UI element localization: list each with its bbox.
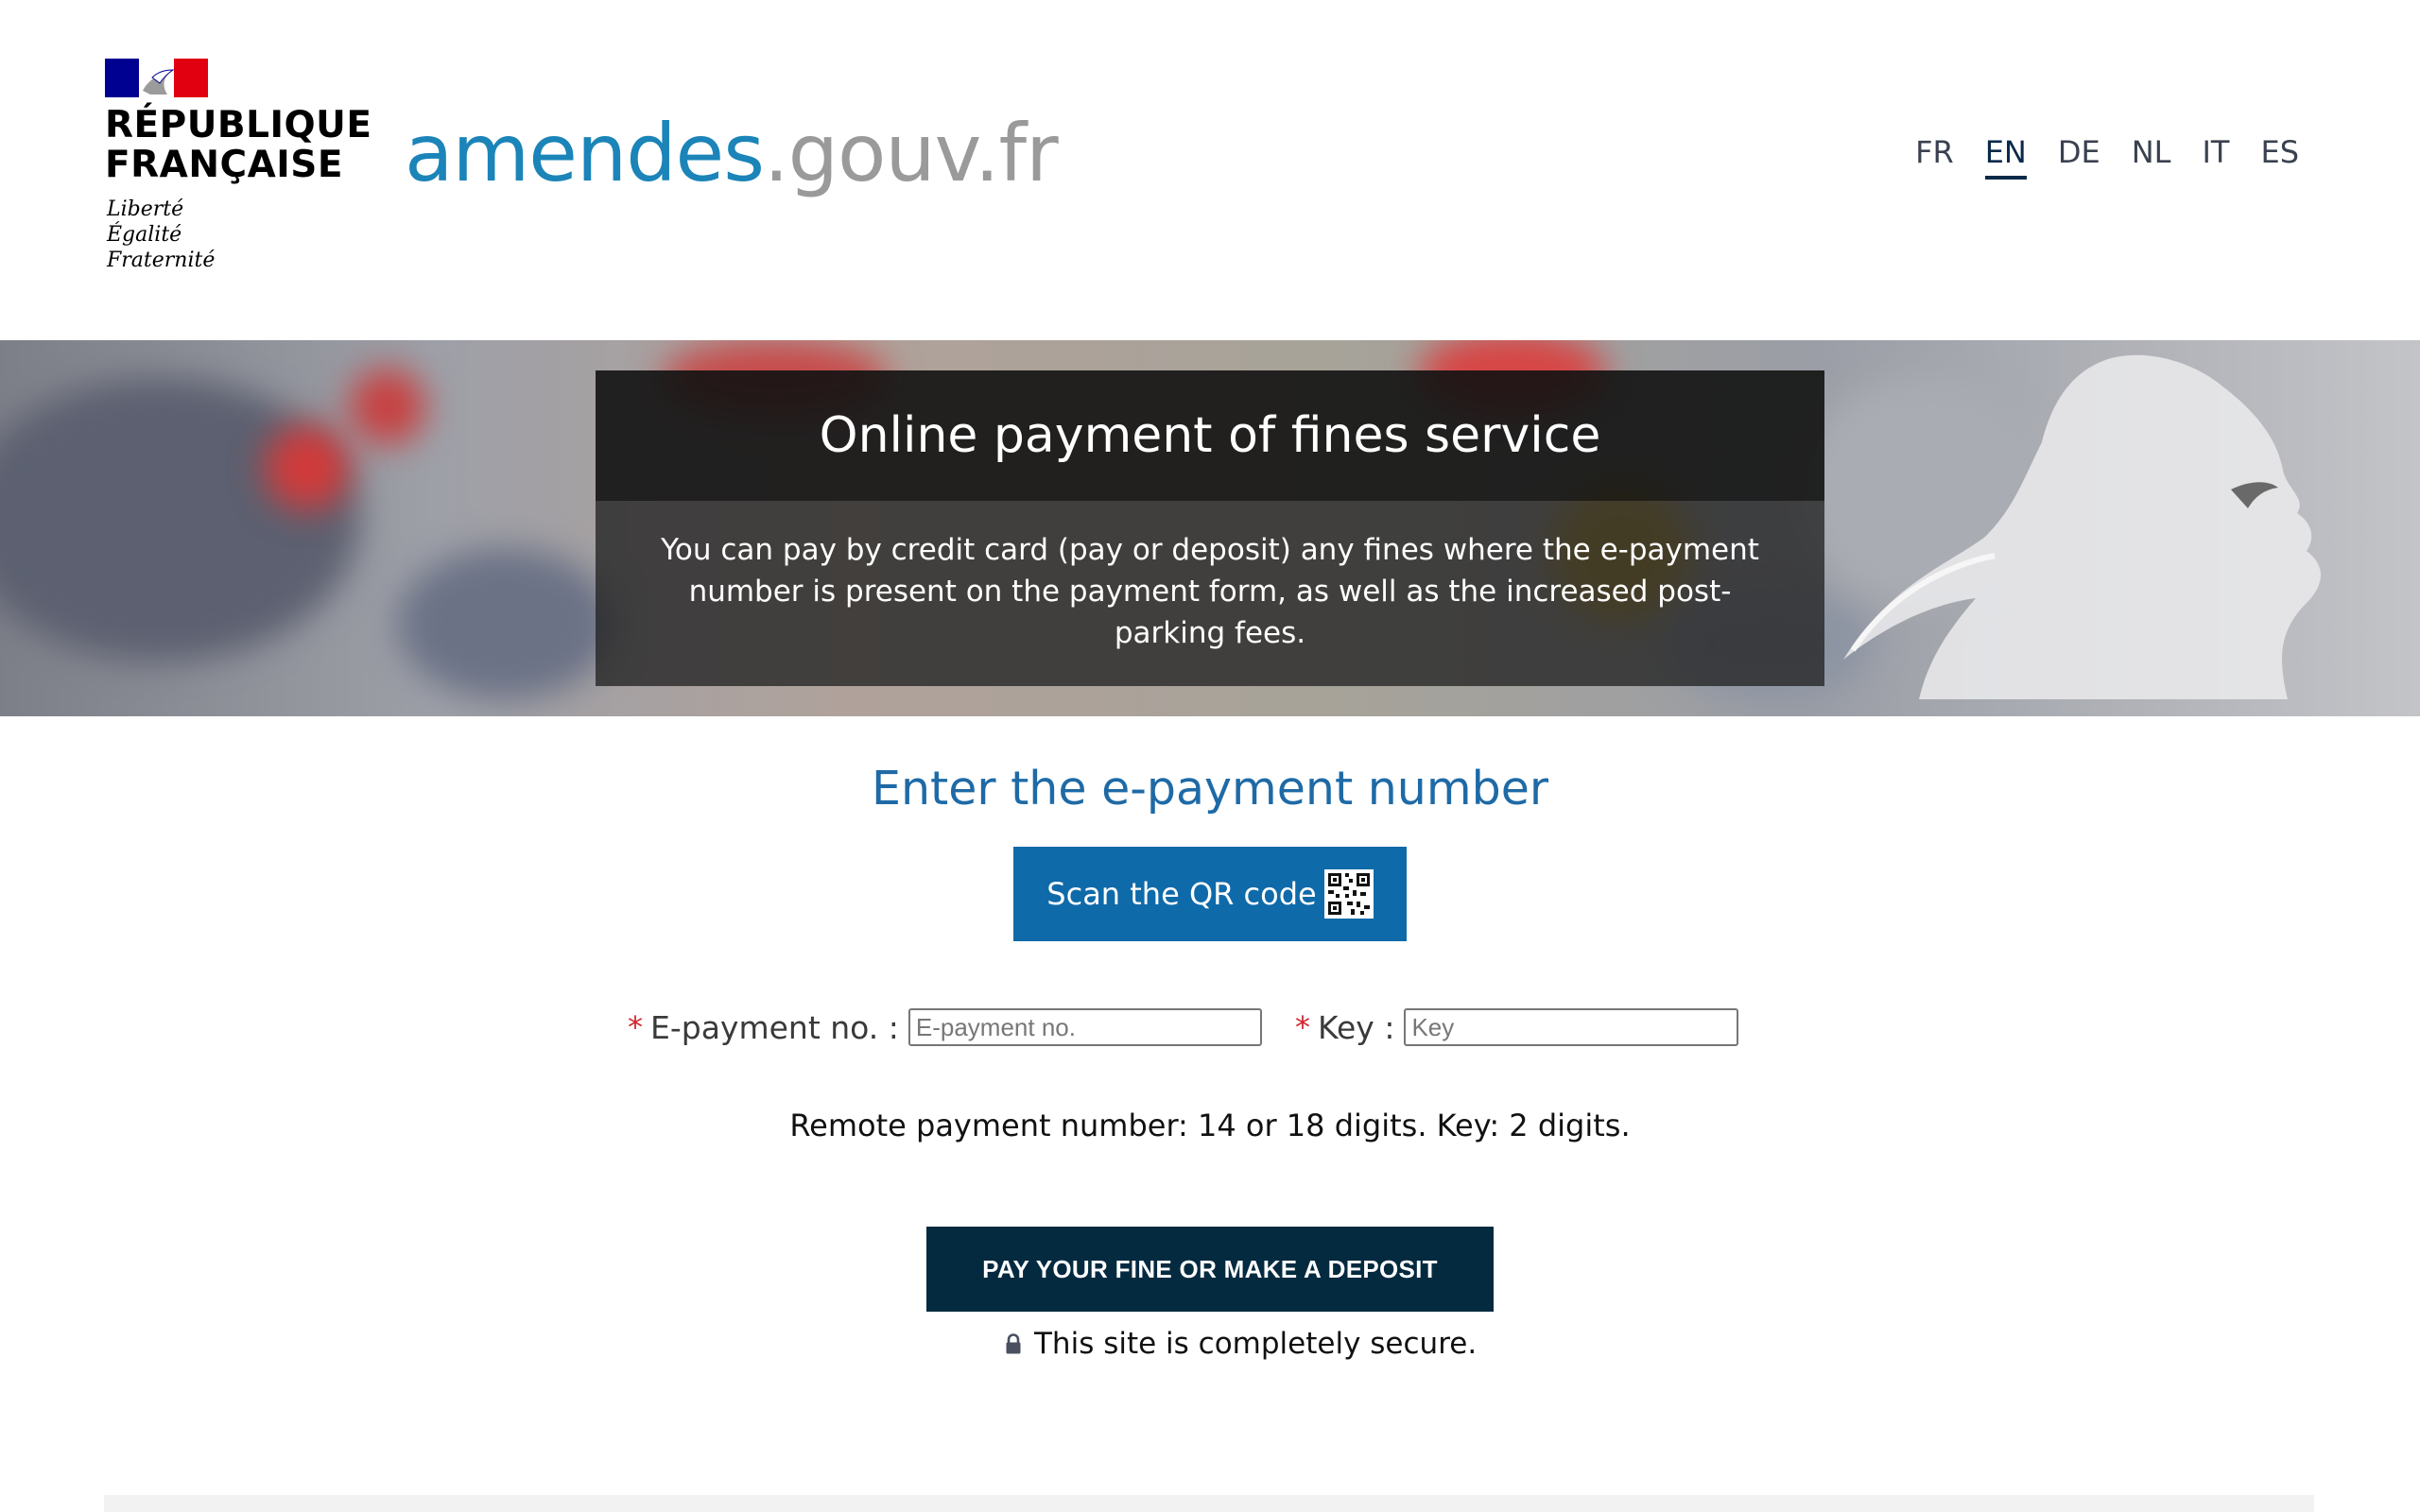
language-selector: FR EN DE NL IT ES	[1915, 134, 2299, 180]
hero-panel: Online payment of fines service You can …	[596, 370, 1824, 686]
required-marker: *	[1295, 1009, 1310, 1045]
footer-divider	[104, 1495, 2314, 1512]
hero-description-bar: You can pay by credit card (pay or depos…	[596, 501, 1824, 686]
site-header: RÉPUBLIQUE FRANÇAISE Liberté Égalité Fra…	[0, 0, 2420, 340]
republique-francaise-logo[interactable]: RÉPUBLIQUE FRANÇAISE Liberté Égalité Fra…	[105, 59, 372, 276]
republique-francaise-motto: Liberté Égalité Fraternité	[107, 198, 216, 272]
qr-code-icon	[1323, 869, 1374, 919]
hero-title: Online payment of fines service	[819, 407, 1601, 464]
republique-francaise-title: RÉPUBLIQUE FRANÇAISE	[105, 104, 372, 186]
lang-it[interactable]: IT	[2202, 134, 2229, 180]
key-input[interactable]	[1404, 1008, 1739, 1046]
security-notice: This site is completely secure.	[1006, 1327, 1477, 1361]
key-label: Key :	[1318, 1008, 1395, 1046]
site-name-amendes: amendes	[405, 107, 765, 199]
required-marker: *	[628, 1009, 643, 1045]
payment-form: Enter the e-payment number Scan the QR c…	[0, 716, 2420, 1472]
form-section-title: Enter the e-payment number	[871, 762, 1548, 816]
pay-fine-button[interactable]: PAY YOUR FINE OR MAKE A DEPOSIT	[926, 1227, 1494, 1312]
lang-es[interactable]: ES	[2260, 134, 2299, 180]
site-name-logo[interactable]: amendes.gouv.fr	[405, 106, 1059, 200]
marianne-flag-icon	[105, 59, 208, 97]
epayment-number-input[interactable]	[908, 1008, 1262, 1046]
lang-de[interactable]: DE	[2058, 134, 2100, 180]
epayment-number-field: * E-payment no. :	[628, 1004, 1262, 1051]
hero-background-blur	[350, 369, 425, 444]
lock-icon	[1006, 1333, 1021, 1354]
hero-background-blur	[397, 548, 614, 699]
scan-qr-code-label: Scan the QR code	[1046, 876, 1317, 912]
hero-background-blur	[0, 378, 359, 662]
epayment-number-label: E-payment no. :	[650, 1008, 899, 1046]
lang-en[interactable]: EN	[1984, 134, 2027, 180]
security-notice-text: This site is completely secure.	[1034, 1327, 1478, 1361]
payment-number-hint: Remote payment number: 14 or 18 digits. …	[789, 1108, 1631, 1143]
marianne-silhouette-icon	[1843, 354, 2321, 699]
site-name-domain: .gouv.fr	[763, 107, 1059, 199]
scan-qr-code-button[interactable]: Scan the QR code	[1013, 847, 1407, 941]
hero-description: You can pay by credit card (pay or depos…	[661, 533, 1759, 650]
hero-title-bar: Online payment of fines service	[596, 370, 1824, 501]
key-field: * Key :	[1295, 1004, 1739, 1051]
lang-fr[interactable]: FR	[1915, 134, 1954, 180]
hero-background-blur	[265, 425, 350, 510]
hero-banner: Online payment of fines service You can …	[0, 340, 2420, 716]
lang-nl[interactable]: NL	[2132, 134, 2171, 180]
